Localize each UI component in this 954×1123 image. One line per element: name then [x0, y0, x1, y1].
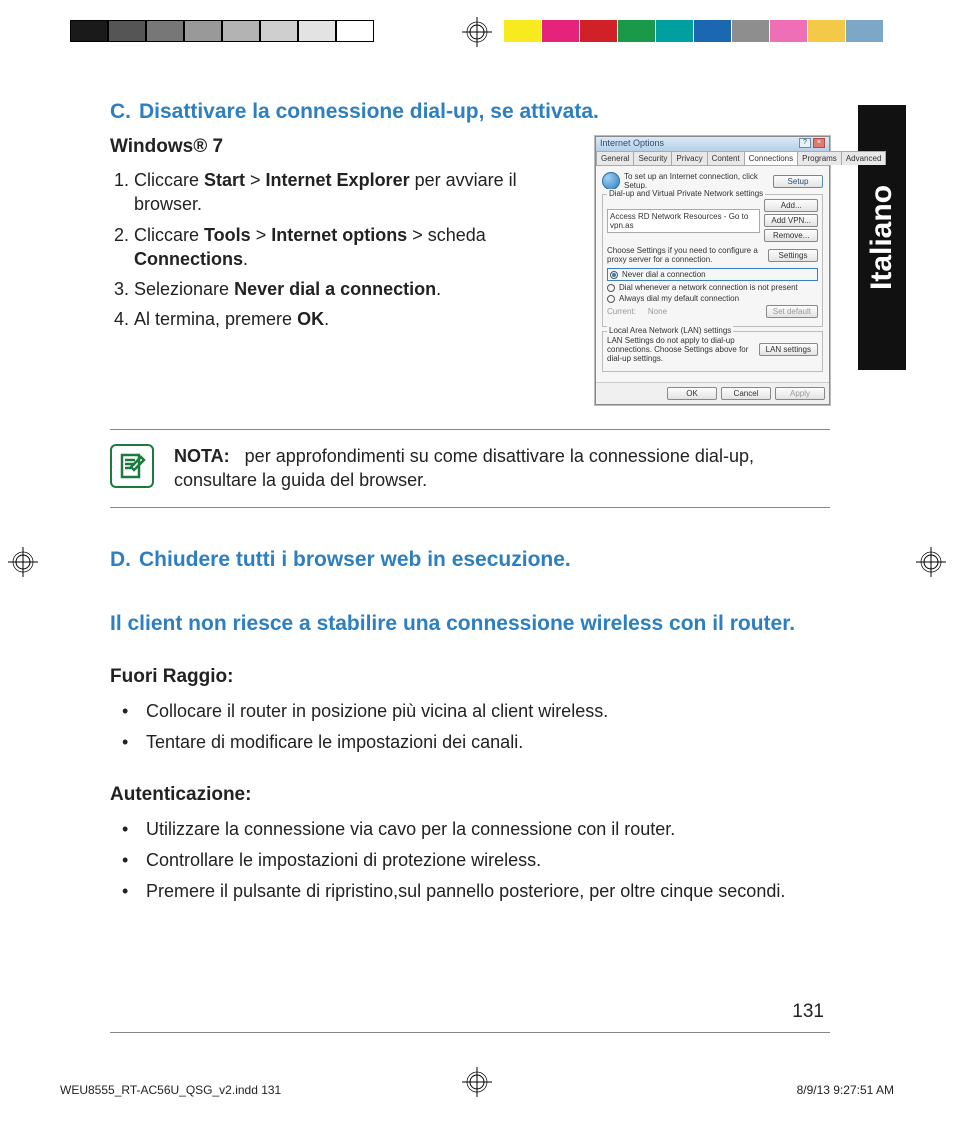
cancel-button[interactable]: Cancel — [721, 387, 771, 400]
registration-mark-icon — [916, 547, 946, 577]
tab-advanced[interactable]: Advanced — [841, 151, 887, 165]
globe-icon — [602, 172, 620, 190]
tab-general[interactable]: General — [596, 151, 634, 165]
list-item: Collocare il router in posizione più vic… — [146, 698, 830, 725]
list-item: Utilizzare la connessione via cavo per l… — [146, 816, 830, 843]
page-content: C.Disattivare la connessione dial-up, se… — [110, 100, 830, 909]
tab-content[interactable]: Content — [707, 151, 745, 165]
list-item: Tentare di modificare le impostazioni de… — [146, 729, 830, 756]
steps-list: Cliccare Start > Internet Explorer per a… — [110, 168, 577, 332]
radio-always-dial[interactable]: Always dial my default connection — [607, 294, 818, 303]
page-number: 131 — [792, 1001, 824, 1023]
note-block: NOTA: per approfondimenti su come disatt… — [110, 429, 830, 508]
radio-never-dial[interactable]: Never dial a connection — [607, 268, 818, 281]
imprint-footer: WEU8555_RT-AC56U_QSG_v2.indd 131 8/9/13 … — [60, 1083, 894, 1097]
step-item: Cliccare Start > Internet Explorer per a… — [134, 168, 577, 217]
autenticazione-list: Utilizzare la connessione via cavo per l… — [110, 816, 830, 905]
footer-filename: WEU8555_RT-AC56U_QSG_v2.indd 131 — [60, 1083, 281, 1097]
dialup-legend: Dial-up and Virtual Private Network sett… — [607, 189, 765, 198]
ok-button[interactable]: OK — [667, 387, 717, 400]
setup-text: To set up an Internet connection, click … — [624, 172, 769, 190]
fuori-raggio-list: Collocare il router in posizione più vic… — [110, 698, 830, 756]
radio-dial-whenever[interactable]: Dial whenever a network connection is no… — [607, 283, 818, 292]
note-icon — [110, 444, 154, 488]
lan-legend: Local Area Network (LAN) settings — [607, 326, 733, 335]
current-value: None — [640, 307, 762, 316]
add-button[interactable]: Add... — [764, 199, 818, 212]
tab-programs[interactable]: Programs — [797, 151, 842, 165]
current-label: Current: — [607, 307, 636, 316]
tab-security[interactable]: Security — [633, 151, 672, 165]
proxy-text: Choose Settings if you need to configure… — [607, 246, 764, 264]
step-item: Cliccare Tools > Internet options > sche… — [134, 223, 577, 272]
apply-button[interactable]: Apply — [775, 387, 825, 400]
list-item: Controllare le impostazioni di protezion… — [146, 847, 830, 874]
setup-button[interactable]: Setup — [773, 175, 823, 188]
close-icon[interactable]: × — [813, 138, 825, 148]
lan-settings-button[interactable]: LAN settings — [759, 343, 818, 356]
add-vpn-button[interactable]: Add VPN... — [764, 214, 818, 227]
registration-mark-icon — [8, 547, 38, 577]
section-d-heading: D.Chiudere tutti i browser web in esecuz… — [110, 548, 830, 572]
dialog-title: Internet Options — [600, 138, 664, 150]
footer-timestamp: 8/9/13 9:27:51 AM — [797, 1083, 894, 1097]
step-item: Selezionare Never dial a connection. — [134, 277, 577, 301]
footer-rule — [110, 1032, 830, 1033]
list-item: Premere il pulsante di ripristino,sul pa… — [146, 878, 830, 905]
os-heading: Windows® 7 — [110, 136, 577, 158]
autenticazione-heading: Autenticazione: — [110, 784, 830, 806]
help-button[interactable]: ? — [799, 138, 811, 148]
language-tab: Italiano — [858, 105, 906, 370]
set-default-button[interactable]: Set default — [766, 305, 818, 318]
note-label: NOTA: — [174, 446, 230, 466]
note-text: per approfondimenti su come disattivare … — [174, 446, 754, 490]
section-c-heading: C.Disattivare la connessione dial-up, se… — [110, 100, 830, 124]
tab-privacy[interactable]: Privacy — [671, 151, 707, 165]
lan-text: LAN Settings do not apply to dial-up con… — [607, 336, 755, 363]
remove-button[interactable]: Remove... — [764, 229, 818, 242]
step-item: Al termina, premere OK. — [134, 307, 577, 331]
internet-options-screenshot: Internet Options ? × GeneralSecurityPriv… — [595, 136, 830, 405]
fuori-raggio-heading: Fuori Raggio: — [110, 666, 830, 688]
connection-listbox[interactable]: Access RD Network Resources - Go to vpn.… — [607, 209, 760, 233]
tab-connections[interactable]: Connections — [744, 151, 798, 165]
problem-heading: Il client non riesce a stabilire una con… — [110, 612, 830, 636]
registration-mark-icon — [462, 17, 492, 47]
settings-button[interactable]: Settings — [768, 249, 818, 262]
